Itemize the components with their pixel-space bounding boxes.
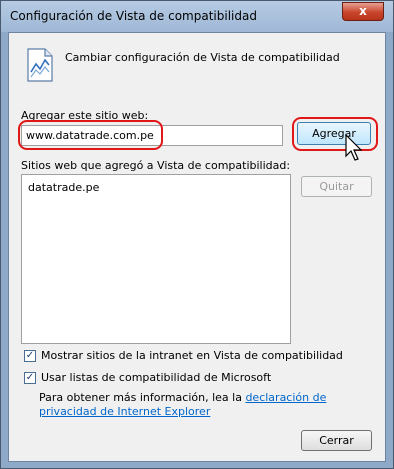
info-text: Para obtener más información, lea la dec…	[39, 391, 369, 419]
header-text: Cambiar configuración de Vista de compat…	[65, 51, 340, 64]
add-site-label: Agregar este sitio web:	[21, 109, 149, 122]
remove-button[interactable]: Quitar	[301, 176, 372, 197]
window-title: Configuración de Vista de compatibilidad	[10, 9, 257, 23]
ms-lists-option[interactable]: ✓ Usar listas de compatibilidad de Micro…	[24, 371, 271, 384]
ms-lists-label: Usar listas de compatibilidad de Microso…	[41, 371, 272, 384]
dialog-body: Cambiar configuración de Vista de compat…	[8, 32, 386, 462]
site-list[interactable]: datatrade.pe	[21, 174, 291, 344]
intranet-option[interactable]: ✓ Mostrar sitios de la intranet en Vista…	[24, 349, 343, 362]
dialog-window: Configuración de Vista de compatibilidad…	[0, 0, 394, 469]
ms-lists-checkbox[interactable]: ✓	[24, 371, 36, 384]
close-button[interactable]: Cerrar	[301, 430, 372, 451]
site-url-input[interactable]: www.datatrade.com.pe	[21, 125, 283, 146]
list-item[interactable]: datatrade.pe	[28, 181, 99, 194]
intranet-label: Mostrar sitios de la intranet en Vista d…	[41, 349, 343, 362]
title-bar[interactable]: Configuración de Vista de compatibilidad…	[1, 1, 393, 32]
document-chart-icon	[27, 48, 53, 82]
mouse-pointer-icon	[345, 134, 363, 161]
close-window-button[interactable]: x	[342, 2, 384, 21]
intranet-checkbox[interactable]: ✓	[24, 349, 36, 362]
site-list-label: Sitios web que agregó a Vista de compati…	[21, 159, 291, 172]
info-prefix: Para obtener más información, lea la	[39, 391, 246, 404]
